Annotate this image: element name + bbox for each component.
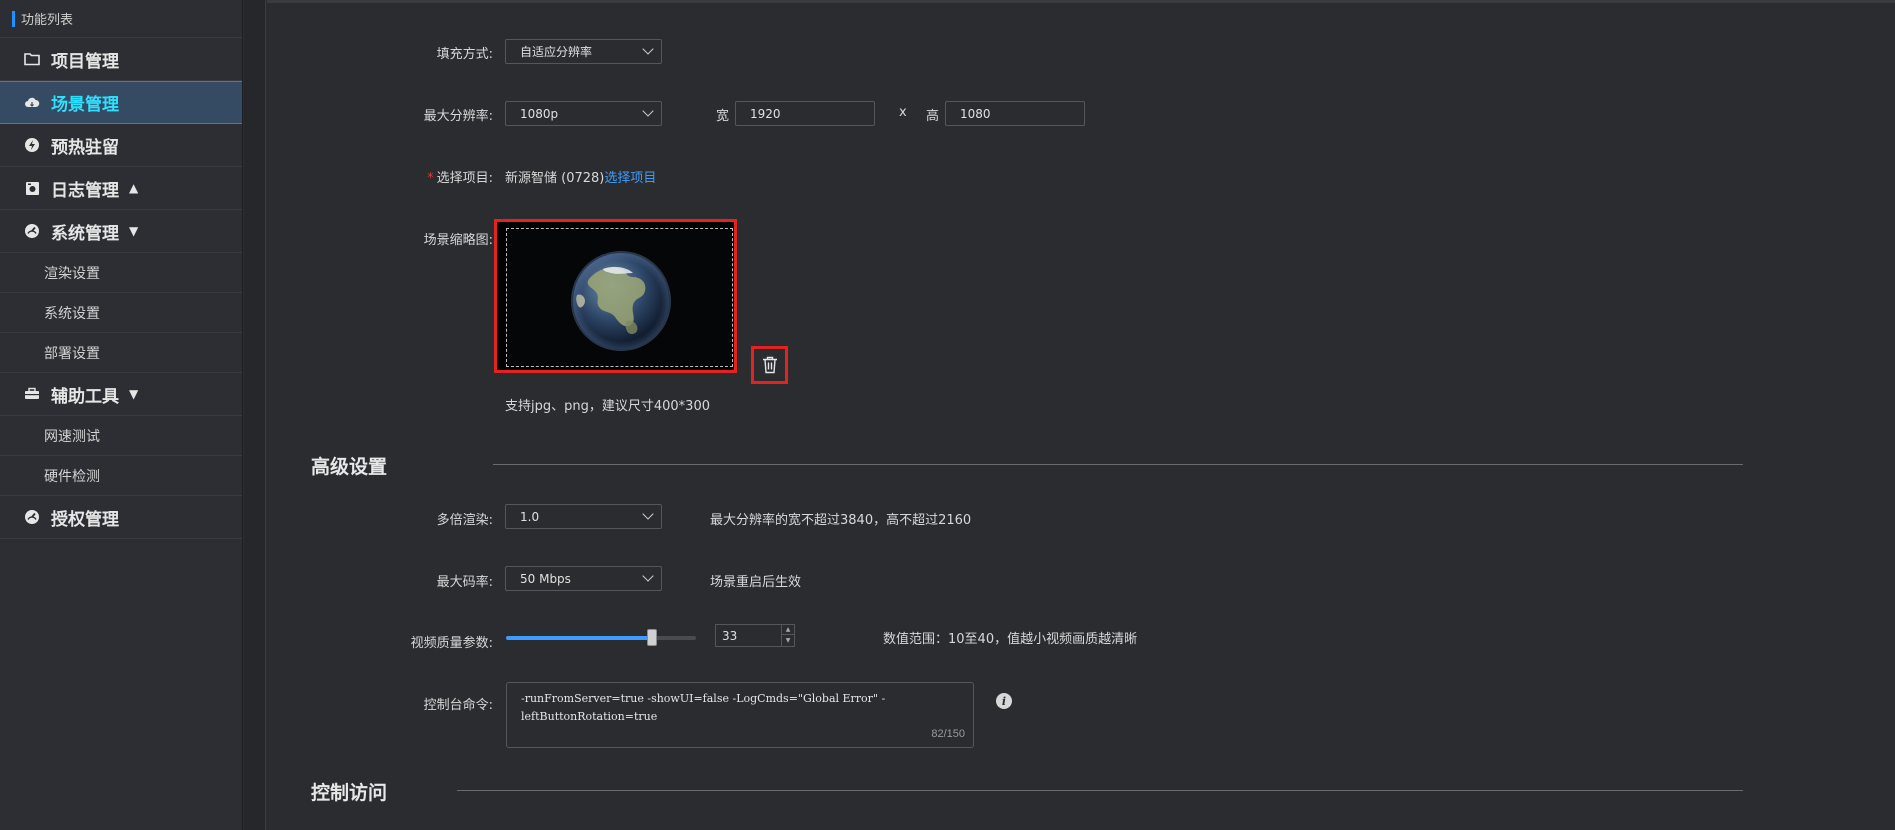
console-command-textarea[interactable]: -runFromServer=true -showUI=false -LogCm… [506,682,974,748]
max-resolution-label: 最大分辨率: [423,109,493,124]
video-quality-value: 33 [722,628,738,643]
console-command-label: 控制台命令: [423,698,493,713]
info-icon[interactable]: i [996,693,1012,709]
sidebar-subitem-deploy-settings[interactable]: 部署设置 [0,333,242,373]
sidebar-item-preheat[interactable]: 预热驻留 [0,124,242,167]
thumbnail-image [506,228,733,367]
fill-mode-value: 自适应分辨率 [520,45,593,59]
width-input[interactable]: 1920 [735,101,875,126]
caret-down-icon: ▼ [129,387,139,401]
chevron-down-icon [642,43,654,55]
thumbnail-preview[interactable] [494,219,737,373]
thumbnail-label: 场景缩略图: [423,233,493,248]
fill-mode-label: 填充方式: [436,47,493,62]
advanced-divider [493,464,1743,465]
max-resolution-value: 1080p [520,106,559,121]
project-label: * 选择项目: [387,167,493,186]
chevron-down-icon [642,105,654,117]
sidebar-item-project[interactable]: 项目管理 [0,38,242,81]
number-spinner: ▲ ▼ [781,625,794,646]
delete-thumbnail-button[interactable] [751,346,788,384]
sidebar-item-label: 日志管理 [51,180,119,201]
sidebar-item-label: 项目管理 [51,51,119,72]
dashboard-icon [22,221,42,241]
video-quality-input[interactable]: 33 ▲ ▼ [715,624,795,647]
sidebar-item-label: 辅助工具 [51,386,119,407]
height-input[interactable]: 1080 [945,101,1085,126]
dashboard-icon [22,507,42,527]
max-bitrate-note: 场景重启后生效 [710,575,802,590]
max-bitrate-select[interactable]: 50 Mbps [505,566,662,591]
height-label: 高 [926,109,940,124]
cloud-icon [22,93,42,113]
decrement-button[interactable]: ▼ [782,635,794,645]
character-count: 82/150 [931,728,965,740]
required-mark: * [427,171,434,186]
console-command-value: -runFromServer=true -showUI=false -LogCm… [521,692,886,723]
sidebar: 功能列表 项目管理 场景管理 预热驻留 日志管理 ▲ 系统管理 ▼ 渲染设置 系… [0,0,243,830]
sidebar-item-scene[interactable]: 场景管理 [0,81,242,124]
caret-down-icon: ▼ [129,224,139,238]
increment-button[interactable]: ▲ [782,625,794,635]
max-bitrate-label: 最大码率: [436,575,493,590]
sidebar-subitem-hardware-check[interactable]: 硬件检测 [0,456,242,496]
project-value-row: 新源智储 (0728)选择项目 [505,167,656,186]
caret-up-icon: ▲ [129,181,139,195]
lightning-icon [22,135,42,155]
sidebar-header: 功能列表 [0,0,242,38]
select-project-link[interactable]: 选择项目 [604,171,656,186]
top-divider [267,0,1895,3]
earth-image [571,251,671,351]
multi-render-note: 最大分辨率的宽不超过3840，高不超过2160 [710,513,972,528]
log-icon [22,178,42,198]
slider-handle[interactable] [647,629,657,646]
sidebar-header-marker [12,10,15,27]
sidebar-header-title: 功能列表 [21,13,74,28]
project-value: 新源智储 (0728) [505,171,605,186]
sidebar-item-license[interactable]: 授权管理 [0,496,242,539]
thumbnail-hint: 支持jpg、png，建议尺寸400*300 [505,399,710,414]
resolution-times-sign: x [899,105,907,120]
sidebar-subitem-speed-test[interactable]: 网速测试 [0,416,242,456]
folder-icon [22,49,42,69]
sidebar-item-label: 预热驻留 [51,137,119,158]
fill-mode-select[interactable]: 自适应分辨率 [505,39,662,64]
sidebar-item-tools[interactable]: 辅助工具 ▼ [0,373,242,416]
multi-render-label: 多倍渲染: [436,513,493,528]
advanced-settings-title: 高级设置 [311,456,388,478]
slider-fill [506,636,652,640]
main-content: 填充方式: 自适应分辨率 最大分辨率: 1080p 宽 1920 x 高 108… [267,0,1895,830]
video-quality-slider[interactable] [506,629,696,646]
sidebar-item-label: 系统管理 [51,223,119,244]
trash-icon [762,356,777,374]
control-access-title: 控制访问 [311,782,388,804]
video-quality-label: 视频质量参数: [410,636,493,651]
sidebar-item-log[interactable]: 日志管理 ▲ [0,167,242,210]
video-quality-note: 数值范围：10至40，值越小视频画质越清晰 [883,632,1138,647]
width-label: 宽 [716,109,730,124]
max-bitrate-value: 50 Mbps [520,571,571,586]
sidebar-subitem-render-settings[interactable]: 渲染设置 [0,253,242,293]
multi-render-select[interactable]: 1.0 [505,504,662,529]
sidebar-subitem-system-settings[interactable]: 系统设置 [0,293,242,333]
sidebar-item-label: 授权管理 [51,509,119,530]
project-label-text: 选择项目: [436,171,493,186]
control-access-divider [457,790,1743,791]
sidebar-item-system[interactable]: 系统管理 ▼ [0,210,242,253]
chevron-down-icon [642,570,654,582]
max-resolution-select[interactable]: 1080p [505,101,662,126]
content-gutter [244,0,266,830]
chevron-down-icon [642,508,654,520]
multi-render-value: 1.0 [520,509,540,524]
toolbox-icon [22,384,42,404]
sidebar-item-label: 场景管理 [51,95,119,115]
